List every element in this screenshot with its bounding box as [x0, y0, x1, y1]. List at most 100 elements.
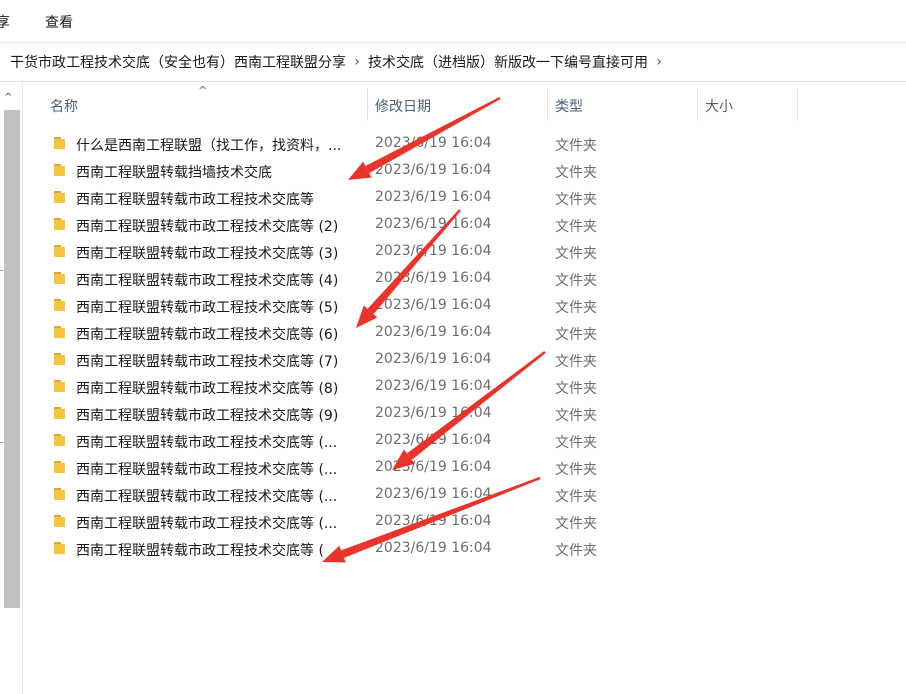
file-type: 文件夹 — [555, 489, 597, 505]
file-row[interactable]: 西南工程联盟转载市政工程技术交底等 (9) 2023/6/19 16:04 文件夹 — [22, 400, 906, 427]
file-row[interactable]: 西南工程联盟转载市政工程技术交底等 (6) 2023/6/19 16:04 文件夹 — [22, 319, 906, 346]
address-bar[interactable]: 干货市政工程技术交底（安全也有）西南工程联盟分享 › 技术交底（进档版）新版改一… — [0, 43, 906, 81]
navigation-pane: ^ — [0, 82, 23, 694]
file-name: 西南工程联盟转载市政工程技术交底等 (7) — [76, 354, 339, 370]
file-type: 文件夹 — [555, 408, 597, 424]
tab-share[interactable]: 享 — [0, 12, 10, 32]
file-name: 西南工程联盟转载市政工程技术交底等 (6) — [76, 327, 339, 343]
breadcrumb-item-parent[interactable]: 干货市政工程技术交底（安全也有）西南工程联盟分享 — [10, 52, 346, 72]
file-modified-date: 2023/6/19 16:04 — [375, 135, 492, 151]
file-name: 西南工程联盟转载市政工程技术交底等 (8) — [76, 381, 339, 397]
file-modified-date: 2023/6/19 16:04 — [375, 270, 492, 286]
file-row[interactable]: 西南工程联盟转载市政工程技术交底等 (8) 2023/6/19 16:04 文件夹 — [22, 373, 906, 400]
file-modified-date: 2023/6/19 16:04 — [375, 351, 492, 367]
file-row[interactable]: 西南工程联盟转载市政工程技术交底等 (... 2023/6/19 16:04 文件夹 — [22, 427, 906, 454]
tab-view[interactable]: 查看 — [45, 12, 73, 32]
folder-icon — [54, 461, 65, 473]
file-name: 西南工程联盟转载市政工程技术交底等 (... — [76, 489, 338, 505]
folder-icon — [54, 164, 65, 176]
folder-icon — [54, 299, 65, 311]
file-type: 文件夹 — [555, 138, 597, 154]
chevron-right-icon[interactable]: › — [346, 54, 368, 70]
file-type: 文件夹 — [555, 354, 597, 370]
folder-icon — [54, 272, 65, 284]
file-name: 什么是西南工程联盟（找工作，找资料，... — [76, 138, 342, 154]
folder-icon — [54, 218, 65, 230]
file-type: 文件夹 — [555, 192, 597, 208]
file-modified-date: 2023/6/19 16:04 — [375, 243, 492, 259]
file-type: 文件夹 — [555, 300, 597, 316]
folder-icon — [54, 434, 65, 446]
column-header-size[interactable]: 大小 — [705, 96, 733, 116]
column-header-name[interactable]: 名称 — [50, 96, 78, 116]
file-modified-date: 2023/6/19 16:04 — [375, 459, 492, 475]
file-type: 文件夹 — [555, 327, 597, 343]
file-modified-date: 2023/6/19 16:04 — [375, 486, 492, 502]
divider — [0, 442, 3, 443]
file-modified-date: 2023/6/19 16:04 — [375, 540, 492, 556]
file-row[interactable]: 西南工程联盟转载市政工程技术交底等 ( 2023/6/19 16:04 文件夹 — [22, 535, 906, 562]
file-name: 西南工程联盟转载市政工程技术交底等 — [76, 192, 314, 208]
file-type: 文件夹 — [555, 381, 597, 397]
file-modified-date: 2023/6/19 16:04 — [375, 405, 492, 421]
file-modified-date: 2023/6/19 16:04 — [375, 324, 492, 340]
folder-icon — [54, 515, 65, 527]
folder-icon — [54, 380, 65, 392]
folder-icon — [54, 407, 65, 419]
file-name: 西南工程联盟转载市政工程技术交底等 (... — [76, 462, 338, 478]
file-type: 文件夹 — [555, 516, 597, 532]
file-type: 文件夹 — [555, 165, 597, 181]
file-name: 西南工程联盟转载市政工程技术交底等 (3) — [76, 246, 339, 262]
column-headers: ^ 名称 修改日期 类型 大小 — [22, 84, 906, 122]
file-name: 西南工程联盟转载市政工程技术交底等 ( — [76, 543, 324, 559]
folder-icon — [54, 488, 65, 500]
folder-icon — [54, 353, 65, 365]
file-modified-date: 2023/6/19 16:04 — [375, 297, 492, 313]
file-name: 西南工程联盟转载市政工程技术交底等 (... — [76, 516, 338, 532]
file-type: 文件夹 — [555, 543, 597, 559]
divider — [0, 270, 3, 271]
file-row[interactable]: 西南工程联盟转载市政工程技术交底等 (2) 2023/6/19 16:04 文件夹 — [22, 211, 906, 238]
ribbon: 享 查看 — [0, 0, 906, 42]
file-modified-date: 2023/6/19 16:04 — [375, 513, 492, 529]
file-row[interactable]: 西南工程联盟转载市政工程技术交底等 (4) 2023/6/19 16:04 文件夹 — [22, 265, 906, 292]
file-row[interactable]: 什么是西南工程联盟（找工作，找资料，... 2023/6/19 16:04 文件夹 — [22, 130, 906, 157]
file-row[interactable]: 西南工程联盟转载市政工程技术交底等 (3) 2023/6/19 16:04 文件夹 — [22, 238, 906, 265]
breadcrumb: 干货市政工程技术交底（安全也有）西南工程联盟分享 › 技术交底（进档版）新版改一… — [0, 43, 670, 81]
folder-icon — [54, 542, 65, 554]
column-divider[interactable] — [367, 88, 368, 121]
file-name: 西南工程联盟转载市政工程技术交底等 (5) — [76, 300, 339, 316]
column-header-type[interactable]: 类型 — [555, 96, 583, 116]
folder-icon — [54, 245, 65, 257]
file-row[interactable]: 西南工程联盟转载市政工程技术交底等 (7) 2023/6/19 16:04 文件夹 — [22, 346, 906, 373]
folder-icon — [54, 326, 65, 338]
address-divider — [0, 81, 906, 82]
file-row[interactable]: 西南工程联盟转载市政工程技术交底等 (... 2023/6/19 16:04 文件夹 — [22, 508, 906, 535]
file-modified-date: 2023/6/19 16:04 — [375, 378, 492, 394]
chevron-right-icon[interactable]: › — [648, 54, 670, 70]
column-divider[interactable] — [697, 88, 698, 121]
sort-up-icon: ^ — [198, 84, 208, 97]
file-type: 文件夹 — [555, 435, 597, 451]
file-type: 文件夹 — [555, 462, 597, 478]
file-name: 西南工程联盟转载市政工程技术交底等 (9) — [76, 408, 339, 424]
file-row[interactable]: 西南工程联盟转载挡墙技术交底 2023/6/19 16:04 文件夹 — [22, 157, 906, 184]
file-row[interactable]: 西南工程联盟转载市政工程技术交底等 2023/6/19 16:04 文件夹 — [22, 184, 906, 211]
folder-icon — [54, 191, 65, 203]
breadcrumb-item-current[interactable]: 技术交底（进档版）新版改一下编号直接可用 — [368, 52, 648, 72]
column-divider[interactable] — [797, 88, 798, 121]
file-type: 文件夹 — [555, 246, 597, 262]
file-type: 文件夹 — [555, 219, 597, 235]
scroll-up-icon[interactable]: ^ — [4, 92, 12, 103]
file-modified-date: 2023/6/19 16:04 — [375, 162, 492, 178]
file-modified-date: 2023/6/19 16:04 — [375, 189, 492, 205]
file-row[interactable]: 西南工程联盟转载市政工程技术交底等 (... 2023/6/19 16:04 文件夹 — [22, 454, 906, 481]
column-header-modified[interactable]: 修改日期 — [375, 96, 431, 116]
scrollbar-thumb[interactable] — [4, 110, 20, 608]
file-row[interactable]: 西南工程联盟转载市政工程技术交底等 (... 2023/6/19 16:04 文件夹 — [22, 481, 906, 508]
file-name: 西南工程联盟转载市政工程技术交底等 (... — [76, 435, 338, 451]
file-name: 西南工程联盟转载挡墙技术交底 — [76, 165, 272, 181]
file-name: 西南工程联盟转载市政工程技术交底等 (2) — [76, 219, 339, 235]
file-row[interactable]: 西南工程联盟转载市政工程技术交底等 (5) 2023/6/19 16:04 文件夹 — [22, 292, 906, 319]
column-divider[interactable] — [547, 88, 548, 121]
